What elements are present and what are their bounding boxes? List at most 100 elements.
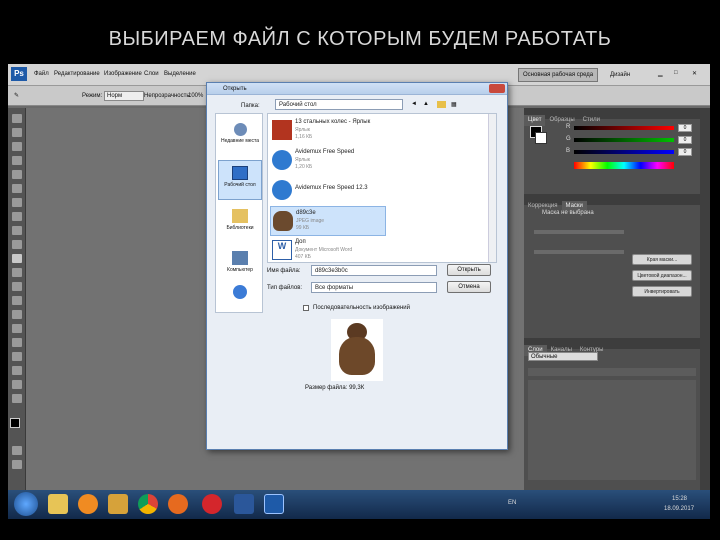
menu-item-select[interactable]: Выделение xyxy=(164,71,196,77)
sequence-checkbox[interactable] xyxy=(303,305,309,311)
crop-tool-icon[interactable] xyxy=(12,170,22,179)
quick-mask-icon[interactable] xyxy=(12,446,22,455)
file-list: 13 стальных колес - Ярлык Ярлык 1,16 КБ … xyxy=(267,113,497,263)
dialog-close-icon[interactable] xyxy=(489,84,505,93)
menu-item-layers[interactable]: Слои xyxy=(144,71,159,77)
density-slider[interactable] xyxy=(534,230,624,234)
nav-back-icon[interactable]: ◄ xyxy=(411,101,417,107)
filename-input[interactable]: d89c3e3b0c xyxy=(311,265,437,276)
channel-b-input[interactable]: 0 xyxy=(678,148,692,156)
tab-styles[interactable]: Стили xyxy=(579,115,604,126)
spectrum-bar[interactable] xyxy=(574,162,674,169)
word-icon[interactable] xyxy=(234,494,254,514)
close-icon[interactable]: ✕ xyxy=(692,70,697,77)
file-size: 1,16 КБ xyxy=(295,134,313,140)
zoom-tool-icon[interactable] xyxy=(12,394,22,403)
foreground-color-swatch[interactable] xyxy=(10,418,20,428)
firefox-icon[interactable] xyxy=(168,494,188,514)
lookin-select[interactable]: Рабочий стол xyxy=(275,99,403,110)
eraser-tool-icon[interactable] xyxy=(12,254,22,263)
color-range-button[interactable]: Цветовой диапазон... xyxy=(632,270,692,281)
design-workspace-link[interactable]: Дизайн xyxy=(610,72,630,78)
eyedropper-tool-icon[interactable] xyxy=(12,184,22,193)
type-tool-icon[interactable] xyxy=(12,324,22,333)
menu-item-edit[interactable]: Редактирование xyxy=(54,71,100,77)
channel-g-label: G xyxy=(566,136,571,142)
file-item[interactable]: Avidemux Free Speed Ярлык 1,20 КБ xyxy=(270,146,386,176)
file-size: 99 КБ xyxy=(296,225,310,231)
file-item[interactable]: Avidemux Free Speed 12.3 xyxy=(270,176,386,206)
language-indicator[interactable]: EN xyxy=(508,500,516,506)
invert-button[interactable]: Инвертировать xyxy=(632,286,692,297)
shape-tool-icon[interactable] xyxy=(12,352,22,361)
stamp-tool-icon[interactable] xyxy=(12,226,22,235)
clock-time[interactable]: 15:28 xyxy=(672,496,687,502)
filetype-label: Тип файлов: xyxy=(267,285,303,291)
lasso-tool-icon[interactable] xyxy=(12,142,22,151)
marquee-tool-icon[interactable] xyxy=(12,128,22,137)
mode-select[interactable]: Норм xyxy=(104,91,144,101)
channel-r-slider[interactable] xyxy=(574,126,674,130)
folder-up-icon[interactable]: ▲ xyxy=(423,101,429,107)
menu-item-image[interactable]: Изображение xyxy=(104,71,142,77)
new-folder-icon[interactable] xyxy=(437,101,446,108)
pen-tool-icon[interactable] xyxy=(12,310,22,319)
move-tool-icon[interactable] xyxy=(12,114,22,123)
blend-mode-select[interactable]: Обычные xyxy=(528,352,598,361)
tab-color[interactable]: Цвет xyxy=(524,115,546,126)
channel-r-input[interactable]: 0 xyxy=(678,124,692,132)
libraries-icon xyxy=(232,209,248,223)
mask-edge-button[interactable]: Края маски... xyxy=(632,254,692,265)
layers-list[interactable] xyxy=(528,380,696,480)
panel-scrollbar[interactable] xyxy=(700,108,710,490)
path-select-tool-icon[interactable] xyxy=(12,338,22,347)
screen-mode-icon[interactable] xyxy=(12,460,22,469)
blur-tool-icon[interactable] xyxy=(12,282,22,291)
magic-wand-tool-icon[interactable] xyxy=(12,156,22,165)
brush-tool-icon[interactable]: ✎ xyxy=(14,92,19,99)
file-item[interactable]: 13 стальных колес - Ярлык Ярлык 1,16 КБ xyxy=(270,116,386,146)
gradient-tool-icon[interactable] xyxy=(12,268,22,277)
word-doc-icon: W xyxy=(272,240,292,260)
place-recent[interactable]: Недавние места xyxy=(218,118,262,158)
workspace-button[interactable]: Основная рабочая среда xyxy=(518,68,599,82)
filetype-select[interactable]: Все форматы xyxy=(311,282,437,293)
dodge-tool-icon[interactable] xyxy=(12,296,22,305)
place-desktop[interactable]: Рабочий стол xyxy=(218,160,262,200)
maximize-icon[interactable]: □ xyxy=(674,70,678,76)
file-type: Ярлык xyxy=(295,157,310,163)
file-item-selected[interactable]: d89c3e JPEG image 99 КБ xyxy=(270,206,386,236)
media-player-icon[interactable] xyxy=(78,494,98,514)
open-button[interactable]: Открыть xyxy=(447,264,491,276)
feather-slider[interactable] xyxy=(534,250,624,254)
place-libraries[interactable]: Библиотеки xyxy=(218,204,262,244)
view-menu-icon[interactable]: ▦ xyxy=(451,101,457,108)
color-bg-swatch[interactable] xyxy=(535,132,547,144)
windows-start-icon[interactable] xyxy=(14,492,38,516)
cancel-button[interactable]: Отмена xyxy=(447,281,491,293)
file-item[interactable]: W Доп Документ Microsoft Word 407 КБ xyxy=(270,236,386,262)
channel-g-input[interactable]: 0 xyxy=(678,136,692,144)
chrome-icon[interactable] xyxy=(138,494,158,514)
opera-icon[interactable] xyxy=(202,494,222,514)
tab-swatches[interactable]: Образцы xyxy=(545,115,578,126)
paint-icon[interactable] xyxy=(108,494,128,514)
hand-tool-icon[interactable] xyxy=(12,380,22,389)
file-item[interactable]: photo xyxy=(270,262,386,263)
computer-icon xyxy=(232,251,248,265)
healing-tool-icon[interactable] xyxy=(12,198,22,207)
photoshop-icon[interactable] xyxy=(264,494,284,514)
channel-b-slider[interactable] xyxy=(574,150,674,154)
channel-g-slider[interactable] xyxy=(574,138,674,142)
brush-icon[interactable] xyxy=(12,212,22,221)
minimize-icon[interactable]: ▁ xyxy=(658,70,663,77)
globe-icon xyxy=(272,180,292,200)
file-list-scrollbar[interactable] xyxy=(488,114,496,262)
3d-tool-icon[interactable] xyxy=(12,366,22,375)
explorer-icon[interactable] xyxy=(48,494,68,514)
opacity-input[interactable]: 100% xyxy=(188,93,203,99)
place-network[interactable] xyxy=(218,280,262,320)
history-brush-icon[interactable] xyxy=(12,240,22,249)
clock-date[interactable]: 18.09.2017 xyxy=(664,506,694,512)
menu-item-file[interactable]: Файл xyxy=(34,71,49,77)
